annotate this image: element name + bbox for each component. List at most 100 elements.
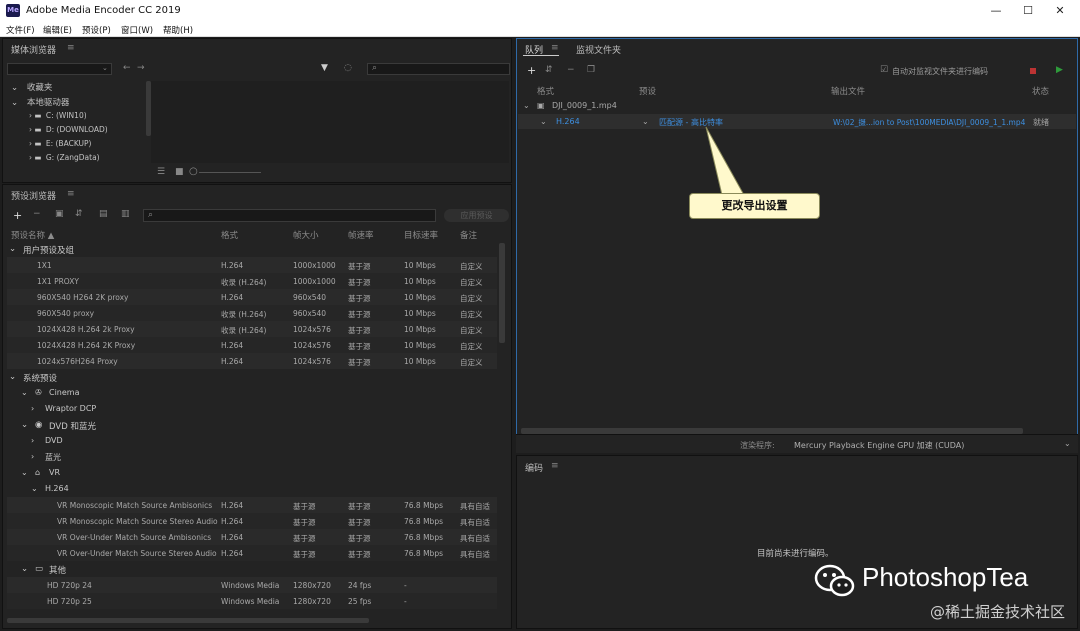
preset-scrollbar[interactable]: [499, 243, 505, 343]
table-row[interactable]: 1X1 PROXY 收录 (H.264) 1000x1000 基于源 10 Mb…: [7, 273, 497, 289]
table-row[interactable]: 1024x576H264 Proxy H.264 1024x576 基于源 10…: [7, 353, 497, 369]
tab-watch-folders[interactable]: 监视文件夹: [576, 43, 621, 56]
dvd-group[interactable]: › DVD: [7, 433, 497, 449]
tree-favorites[interactable]: ⌄ 收藏夹: [11, 81, 52, 93]
col-format[interactable]: 格式: [537, 85, 554, 97]
user-presets-group[interactable]: ⌄ 用户预设及组: [7, 241, 497, 257]
menu-file[interactable]: 文件(F): [6, 24, 35, 36]
chevron-down-icon[interactable]: ⌄: [540, 117, 547, 126]
location-dropdown[interactable]: [7, 63, 112, 75]
group-icon[interactable]: ▣: [55, 210, 64, 219]
panel-menu-icon[interactable]: ≡: [67, 190, 75, 199]
apply-preset-button[interactable]: 应用预设: [444, 209, 509, 222]
vr-headset-icon: ⌂: [35, 468, 41, 477]
table-row[interactable]: 960X540 proxy 收录 (H.264) 960x540 基于源 10 …: [7, 305, 497, 321]
start-queue-icon[interactable]: ▶: [1056, 66, 1063, 75]
filter-icon[interactable]: ▼: [321, 64, 328, 73]
vr-h264-group[interactable]: ⌄ H.264: [7, 481, 497, 497]
other-group[interactable]: ⌄ ▭ 其他: [7, 561, 497, 577]
cell-target: 76.8 Mbps: [404, 549, 443, 558]
table-row[interactable]: 960X540 H264 2K proxy H.264 960x540 基于源 …: [7, 289, 497, 305]
drive-item[interactable]: › ▬ E: (BACKUP): [29, 139, 91, 148]
panel-menu-icon[interactable]: ≡: [551, 462, 559, 471]
cell-size: 1024x576: [293, 325, 331, 334]
vr-group[interactable]: ⌄ ⌂ VR: [7, 465, 497, 481]
forward-arrow-icon[interactable]: →: [137, 64, 145, 73]
col-output[interactable]: 输出文件: [831, 85, 865, 97]
cell-format: H.264: [221, 533, 244, 542]
col-target-rate[interactable]: 目标速率: [404, 229, 438, 241]
output-file-link[interactable]: W:\02_摄...ion to Post\100MEDIA\DJI_0009_…: [833, 117, 1025, 128]
menu-edit[interactable]: 编辑(E): [43, 24, 72, 36]
back-arrow-icon[interactable]: ←: [123, 64, 131, 73]
drive-item[interactable]: › ▬ C: (WIN10): [29, 111, 87, 120]
table-row[interactable]: HD 720p 24 Windows Media 1280x720 24 fps…: [7, 577, 497, 593]
tree-local-drives[interactable]: ⌄ 本地驱动器: [11, 96, 69, 108]
zoom-slider-track[interactable]: [199, 172, 261, 173]
minimize-button[interactable]: —: [986, 3, 1006, 19]
cell-target: 10 Mbps: [404, 325, 436, 334]
cinema-group[interactable]: ⌄ ✇ Cinema: [7, 385, 497, 401]
table-row[interactable]: 1024X428 H.264 2k Proxy 收录 (H.264) 1024x…: [7, 321, 497, 337]
drive-label: C: (WIN10): [45, 111, 87, 120]
queue-source-row[interactable]: ⌄ ▣ DJI_0009_1.mp4: [518, 99, 1076, 113]
panel-menu-icon[interactable]: ≡: [67, 44, 75, 53]
cell-format: H.264: [221, 357, 244, 366]
add-source-icon[interactable]: +: [527, 65, 536, 76]
table-row[interactable]: 1X1 H.264 1000x1000 基于源 10 Mbps 自定义: [7, 257, 497, 273]
title-bar: Me Adobe Media Encoder CC 2019 — ☐ ✕: [0, 0, 1080, 22]
wraptor-group[interactable]: › Wraptor DCP: [7, 401, 497, 417]
import-icon[interactable]: ▤: [99, 210, 108, 219]
settings-icon[interactable]: ⇵: [75, 210, 83, 219]
table-row[interactable]: HD 720p 25 Windows Media 1280x720 25 fps…: [7, 593, 497, 609]
search-icon: ⌕: [372, 63, 378, 73]
stop-icon[interactable]: [1030, 68, 1036, 74]
panel-menu-icon[interactable]: ≡: [551, 44, 559, 53]
table-row[interactable]: VR Monoscopic Match Source Stereo Audio …: [7, 513, 497, 529]
close-button[interactable]: ✕: [1050, 3, 1070, 19]
menu-preset[interactable]: 预设(P): [82, 24, 111, 36]
dvd-bluray-group[interactable]: ⌄ ◉ DVD 和蓝光: [7, 417, 497, 433]
maximize-button[interactable]: ☐: [1018, 3, 1038, 19]
col-preset-name[interactable]: 预设名称 ▲: [11, 229, 54, 241]
chevron-right-icon: ›: [31, 452, 35, 461]
remove-preset-icon[interactable]: −: [33, 210, 41, 219]
col-comment[interactable]: 备注: [460, 229, 477, 241]
bluray-group[interactable]: › 蓝光: [7, 449, 497, 465]
settings-icon[interactable]: ⇵: [545, 66, 553, 75]
add-preset-icon[interactable]: +: [13, 210, 22, 221]
system-presets-group[interactable]: ⌄ 系统预设: [7, 369, 497, 385]
remove-icon[interactable]: −: [567, 66, 575, 75]
thumbnail-view-icon[interactable]: ■: [175, 168, 184, 177]
table-row[interactable]: VR Over-Under Match Source Stereo Audio …: [7, 545, 497, 561]
queue-output-row[interactable]: ⌄ H.264 ⌄ 匹配源 - 高比特率 W:\02_摄...ion to Po…: [518, 114, 1076, 129]
chevron-down-icon[interactable]: ⌄: [1064, 439, 1071, 448]
group-label: VR: [49, 468, 61, 477]
media-search-input[interactable]: [367, 63, 510, 75]
menu-window[interactable]: 窗口(W): [121, 24, 153, 36]
format-link[interactable]: H.264: [556, 117, 580, 126]
drive-item[interactable]: › ▬ G: (ZangData): [29, 153, 100, 162]
zoom-slider-handle[interactable]: ○: [189, 167, 198, 177]
preset-hscrollbar[interactable]: [7, 618, 369, 623]
col-frame-rate[interactable]: 帧速率: [348, 229, 374, 241]
view-icon[interactable]: ◌: [344, 64, 352, 73]
auto-encode-checkbox[interactable]: ☑: [880, 66, 888, 75]
table-row[interactable]: VR Over-Under Match Source Ambisonics H.…: [7, 529, 497, 545]
table-row[interactable]: 1024X428 H.264 2K Proxy H.264 1024x576 基…: [7, 337, 497, 353]
table-row[interactable]: VR Monoscopic Match Source Ambisonics H.…: [7, 497, 497, 513]
col-format[interactable]: 格式: [221, 229, 238, 241]
col-preset[interactable]: 预设: [639, 85, 656, 97]
monitor-icon: ▭: [35, 564, 44, 574]
cell-size: 基于源: [293, 534, 316, 543]
chevron-down-icon[interactable]: ⌄: [642, 117, 649, 126]
preset-search-input[interactable]: [143, 209, 436, 222]
export-icon[interactable]: ▥: [121, 210, 130, 219]
col-status[interactable]: 状态: [1032, 85, 1049, 97]
col-frame-size[interactable]: 帧大小: [293, 229, 319, 241]
menu-help[interactable]: 帮助(H): [163, 24, 193, 36]
list-view-icon[interactable]: ☰: [157, 168, 165, 177]
duplicate-icon[interactable]: ❐: [587, 66, 595, 75]
drive-item[interactable]: › ▬ D: (DOWNLOAD): [29, 125, 108, 134]
renderer-dropdown[interactable]: Mercury Playback Engine GPU 加速 (CUDA): [794, 440, 964, 451]
